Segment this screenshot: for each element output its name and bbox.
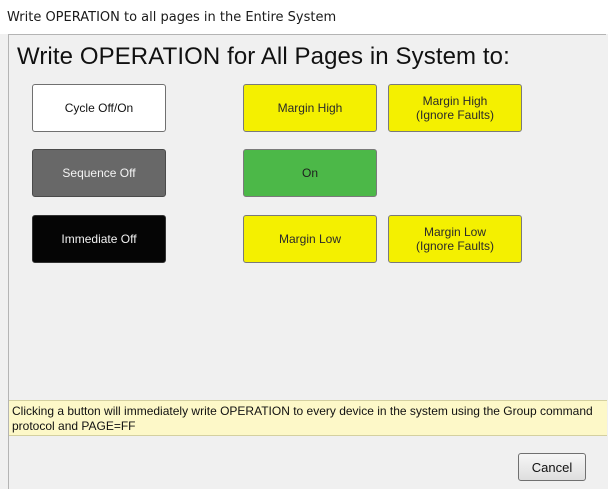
- cycle-off-on-button[interactable]: Cycle Off/On: [32, 84, 166, 132]
- cycle-off-on-label: Cycle Off/On: [64, 101, 134, 115]
- window-title: Write OPERATION to all pages in the Enti…: [7, 10, 337, 25]
- margin-low-label: Margin Low: [278, 232, 342, 246]
- sequence-off-label: Sequence Off: [62, 166, 136, 180]
- immediate-off-button[interactable]: Immediate Off: [32, 215, 166, 263]
- cancel-button[interactable]: Cancel: [518, 453, 586, 481]
- margin-low-button[interactable]: Margin Low: [243, 215, 377, 263]
- on-label: On: [301, 166, 318, 180]
- margin-low-ignore-faults-label: Margin Low (Ignore Faults): [415, 225, 495, 253]
- margin-low-ignore-faults-button[interactable]: Margin Low (Ignore Faults): [388, 215, 522, 263]
- immediate-off-label: Immediate Off: [61, 232, 137, 246]
- title-bar: Write OPERATION to all pages in the Enti…: [0, 0, 608, 34]
- dialog-body: Write OPERATION for All Pages in System …: [8, 34, 607, 489]
- margin-high-button[interactable]: Margin High: [243, 84, 377, 132]
- margin-high-label: Margin High: [277, 101, 343, 115]
- sequence-off-button[interactable]: Sequence Off: [32, 149, 166, 197]
- margin-high-ignore-faults-label: Margin High (Ignore Faults): [415, 94, 495, 122]
- dialog-heading: Write OPERATION for All Pages in System …: [17, 43, 510, 70]
- on-button[interactable]: On: [243, 149, 377, 197]
- info-message: Clicking a button will immediately write…: [9, 400, 607, 436]
- margin-high-ignore-faults-button[interactable]: Margin High (Ignore Faults): [388, 84, 522, 132]
